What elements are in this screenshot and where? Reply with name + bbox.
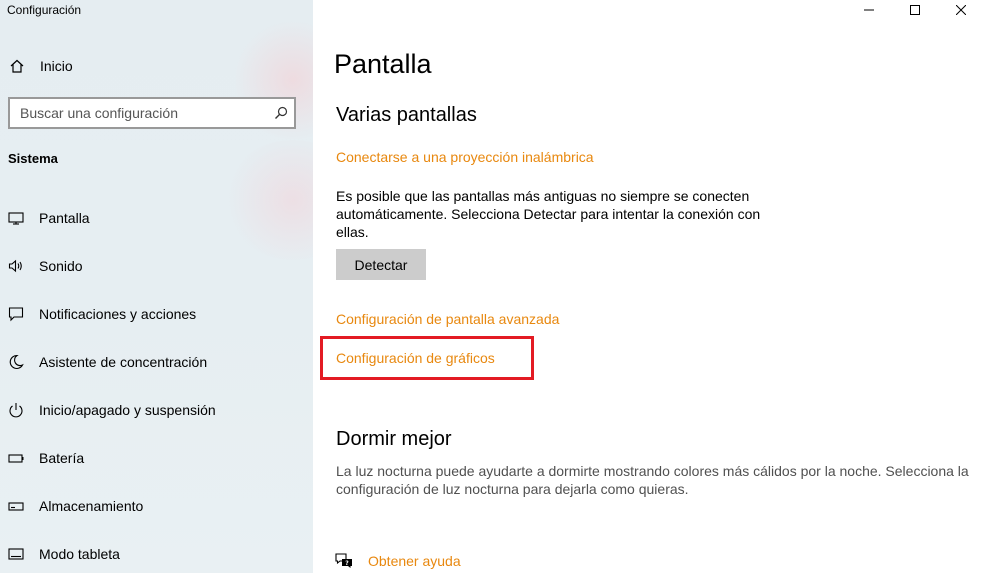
sidebar-item-notificaciones[interactable]: Notificaciones y acciones xyxy=(0,290,313,338)
close-icon xyxy=(956,5,966,15)
sidebar-item-label: Asistente de concentración xyxy=(39,354,208,370)
advanced-display-link[interactable]: Configuración de pantalla avanzada xyxy=(336,311,559,327)
notification-icon xyxy=(8,307,24,322)
sidebar-item-label: Sonido xyxy=(39,258,83,274)
sidebar-item-label: Inicio/apagado y suspensión xyxy=(39,402,216,418)
power-icon xyxy=(9,403,23,418)
maximize-button[interactable] xyxy=(892,0,938,20)
sleep-better-description: La luz nocturna puede ayudarte a dormirt… xyxy=(336,463,969,497)
multi-display-heading: Varias pantallas xyxy=(336,104,477,126)
sidebar-item-label: Pantalla xyxy=(39,210,90,226)
sidebar-item-modo-tableta[interactable]: Modo tableta xyxy=(0,530,313,573)
search-input[interactable] xyxy=(10,99,260,127)
multi-display-description: Es posible que las pantallas más antigua… xyxy=(336,188,761,240)
close-button[interactable] xyxy=(938,0,984,20)
sidebar-item-label: Almacenamiento xyxy=(39,498,144,514)
battery-icon xyxy=(8,454,24,463)
get-help-link[interactable]: Obtener ayuda xyxy=(368,553,461,569)
minimize-button[interactable] xyxy=(846,0,892,20)
sidebar-item-home[interactable]: Inicio xyxy=(0,50,313,82)
monitor-icon xyxy=(8,212,24,225)
sidebar-item-label: Inicio xyxy=(40,58,73,74)
sidebar-item-label: Notificaciones y acciones xyxy=(39,306,197,322)
settings-window: Configuración Inicio Sistema Pant xyxy=(0,0,984,573)
sidebar-item-pantalla[interactable]: Pantalla xyxy=(0,194,313,242)
sidebar-item-label: Batería xyxy=(39,450,85,466)
sidebar-item-label: Modo tableta xyxy=(39,546,120,562)
sidebar-nav: Pantalla Sonido Notificaciones y accione… xyxy=(0,194,313,573)
sidebar-item-sonido[interactable]: Sonido xyxy=(0,242,313,290)
minimize-icon xyxy=(864,9,874,11)
sleep-better-heading: Dormir mejor xyxy=(336,428,452,450)
moon-icon xyxy=(9,354,24,369)
detect-button[interactable]: Detectar xyxy=(336,249,426,280)
help-chat-icon: ? xyxy=(335,553,352,568)
tablet-icon xyxy=(8,548,24,560)
maximize-icon xyxy=(910,5,920,15)
storage-icon xyxy=(8,502,24,511)
search-box[interactable] xyxy=(8,97,296,129)
graphics-settings-link[interactable]: Configuración de gráficos xyxy=(336,350,495,366)
page-title: Pantalla xyxy=(334,49,432,79)
speaker-icon xyxy=(8,259,22,273)
svg-text:?: ? xyxy=(345,560,349,567)
sidebar-item-almacenamiento[interactable]: Almacenamiento xyxy=(0,482,313,530)
wireless-projection-link[interactable]: Conectarse a una proyección inalámbrica xyxy=(336,149,594,165)
window-controls xyxy=(846,0,984,20)
app-title: Configuración xyxy=(7,3,82,17)
sidebar-section-title: Sistema xyxy=(8,151,58,166)
search-icon[interactable] xyxy=(274,106,288,120)
sidebar: Configuración Inicio Sistema Pant xyxy=(0,0,313,573)
home-icon xyxy=(10,59,24,73)
sidebar-item-bateria[interactable]: Batería xyxy=(0,434,313,482)
sidebar-item-inicio-apagado[interactable]: Inicio/apagado y suspensión xyxy=(0,386,313,434)
sidebar-item-asistente[interactable]: Asistente de concentración xyxy=(0,338,313,386)
main-content: Pantalla Varias pantallas Conectarse a u… xyxy=(313,0,984,573)
